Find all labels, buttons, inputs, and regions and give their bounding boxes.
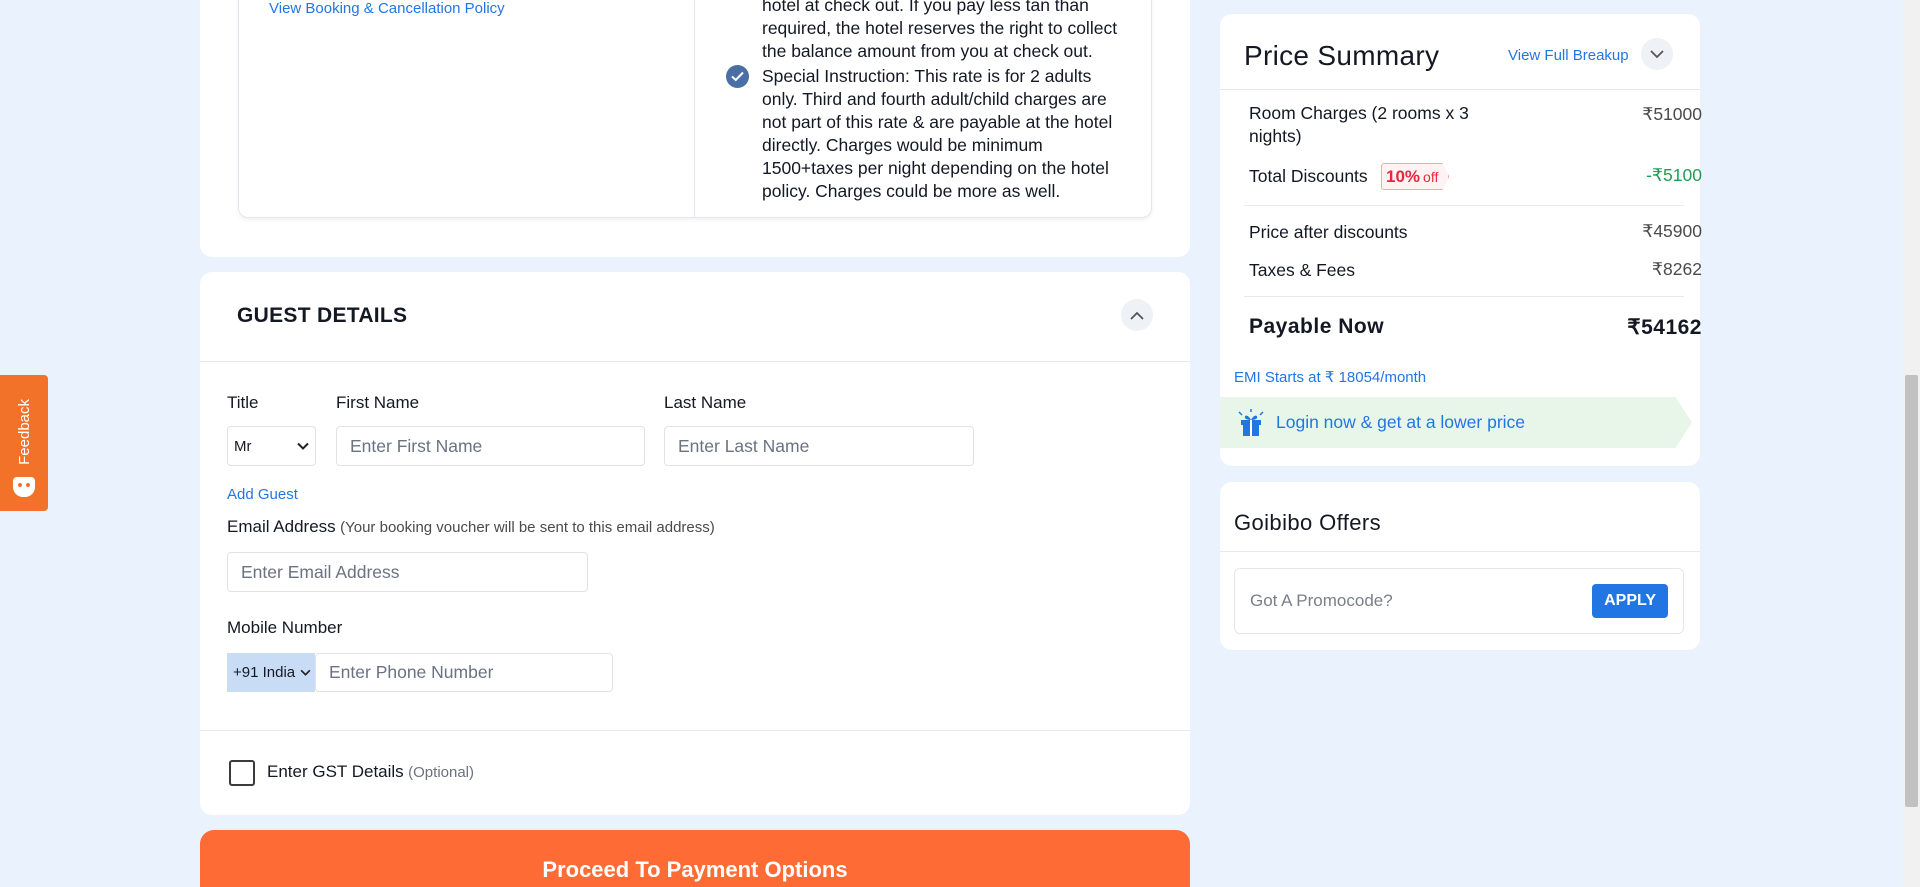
chevron-down-icon [1650, 49, 1664, 58]
policy-divider [694, 0, 695, 218]
instruction-line: not part of this rate & are payable at t… [762, 112, 1113, 132]
first-name-label: First Name [336, 393, 420, 412]
first-name-input[interactable] [336, 426, 645, 466]
title-select[interactable]: Mr [227, 426, 316, 466]
payable-now-label: Payable Now [1249, 315, 1385, 338]
taxes-divider [1244, 296, 1684, 297]
room-charges-amount: ₹51000 [1642, 104, 1702, 124]
email-label: Email Address [227, 517, 336, 536]
gst-label-row: Enter GST Details (Optional) [267, 762, 474, 782]
instruction-line: Special Instruction: This rate is for 2 … [762, 66, 1092, 86]
special-instruction-text: Special Instruction: This rate is for 2 … [762, 65, 1142, 203]
feedback-label: Feedback [15, 399, 33, 465]
mobile-number-label: Mobile Number [227, 618, 343, 637]
email-note: (Your booking voucher will be sent to th… [340, 519, 715, 536]
apply-promocode-button[interactable]: APPLY [1592, 584, 1668, 618]
total-discounts-label: Total Discounts [1249, 166, 1368, 186]
taxes-fees-amount: ₹8262 [1651, 259, 1702, 279]
goibibo-offers-title: Goibibo Offers [1234, 510, 1382, 535]
smiley-icon [13, 477, 35, 497]
instruction-line: policy. Charges could be more as well. [762, 181, 1061, 201]
gst-checkbox[interactable] [229, 760, 255, 786]
price-after-discounts-amount: ₹45900 [1642, 221, 1702, 241]
feedback-tab[interactable]: Feedback [0, 375, 48, 511]
guest-details-title: GUEST DETAILS [237, 304, 408, 327]
instruction-line: directly. Charges would be minimum [762, 135, 1043, 155]
proceed-label: Proceed To Payment Options [542, 857, 848, 882]
gst-divider [200, 730, 1190, 731]
gst-optional: (Optional) [408, 764, 474, 781]
view-full-breakup-link[interactable]: View Full Breakup [1508, 47, 1629, 64]
collapse-guest-details-button[interactable] [1121, 299, 1153, 331]
emi-link[interactable]: EMI Starts at ₹ 18054/month [1234, 368, 1426, 386]
policy-line: hotel at check out. If you pay less tan … [762, 0, 1089, 15]
check-circle-icon [726, 65, 749, 88]
scrollbar-thumb[interactable] [1905, 375, 1918, 807]
country-code-select[interactable]: +91 India [227, 653, 315, 692]
instruction-line: 1500+taxes per night depending on the ho… [762, 158, 1109, 178]
room-charges-line: Room Charges (2 rooms x 3 [1249, 103, 1469, 123]
chevron-down-icon [297, 442, 309, 450]
email-input[interactable] [227, 552, 588, 592]
price-header-divider [1220, 89, 1700, 90]
expand-breakup-button[interactable] [1641, 38, 1673, 70]
discount-divider [1244, 205, 1684, 206]
title-select-value: Mr [234, 437, 252, 455]
chevron-up-icon [1130, 311, 1144, 320]
add-guest-link[interactable]: Add Guest [227, 486, 298, 503]
country-code-value: +91 India [233, 664, 296, 681]
login-banner[interactable]: Login now & get at a lower price [1220, 397, 1692, 448]
guest-details-card [200, 272, 1190, 815]
gift-icon [1238, 408, 1264, 436]
total-discounts-amount: -₹5100 [1646, 165, 1702, 185]
policy-bullet-text: hotel at check out. If you pay less tan … [762, 0, 1142, 63]
instruction-line: only. Third and fourth adult/child charg… [762, 89, 1107, 109]
promocode-input[interactable]: Got A Promocode? [1250, 591, 1393, 611]
phone-input[interactable] [315, 653, 613, 692]
last-name-label: Last Name [664, 393, 747, 412]
taxes-fees-label: Taxes & Fees [1249, 260, 1356, 280]
price-after-discounts-label: Price after discounts [1249, 222, 1408, 242]
payable-now-amount: ₹54162 [1627, 316, 1702, 339]
proceed-to-payment-button[interactable]: Proceed To Payment Options [200, 830, 1190, 887]
booking-cancellation-policy-link[interactable]: View Booking & Cancellation Policy [269, 0, 505, 17]
discount-off-text: off [1423, 168, 1439, 185]
guest-header-divider [200, 361, 1190, 362]
gst-label: Enter GST Details [267, 762, 404, 781]
last-name-input[interactable] [664, 426, 974, 466]
email-label-row: Email Address (Your booking voucher will… [227, 517, 715, 537]
title-label: Title [227, 393, 259, 412]
discount-badge: 10% off [1381, 163, 1450, 190]
discount-percent: 10% [1386, 166, 1421, 186]
room-charges-label: Room Charges (2 rooms x 3 nights) [1249, 102, 1509, 148]
room-charges-line: nights) [1249, 126, 1302, 146]
price-summary-title: Price Summary [1244, 40, 1440, 71]
promocode-box: Got A Promocode? APPLY [1234, 568, 1684, 634]
login-banner-text: Login now & get at a lower price [1276, 412, 1526, 432]
policy-line: required, the hotel reserves the right t… [762, 18, 1118, 38]
chevron-down-icon [300, 669, 311, 676]
policy-line: the balance amount from you at check out… [762, 41, 1093, 61]
offers-divider [1220, 551, 1700, 552]
